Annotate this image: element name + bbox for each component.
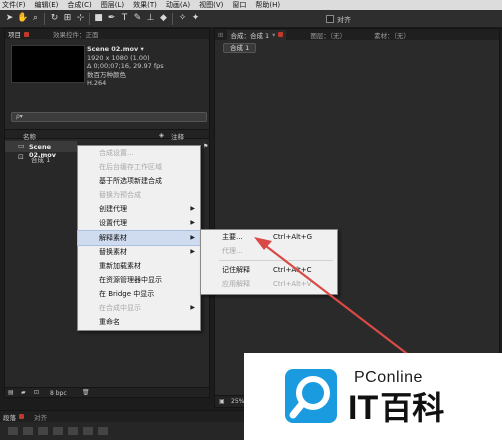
watermark-brand: PConline [354, 369, 423, 386]
watermark-cn: 百科 [380, 390, 445, 426]
watermark: PConline IT 百科 [244, 353, 502, 440]
watermark-it: IT [348, 389, 379, 427]
arrow-line [261, 242, 411, 357]
pconline-logo [285, 369, 337, 423]
watermark-title: IT 百科 [348, 391, 444, 425]
